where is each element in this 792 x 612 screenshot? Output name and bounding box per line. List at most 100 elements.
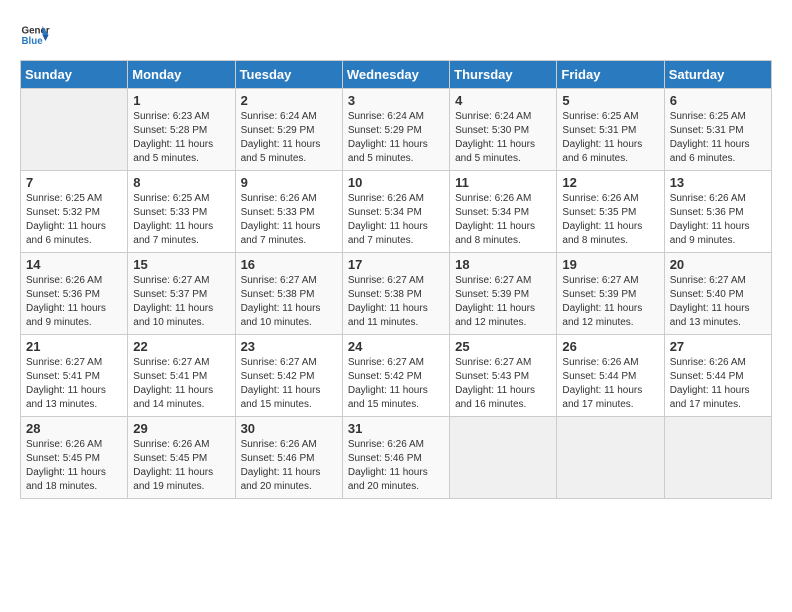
cell-info: Sunrise: 6:26 AMSunset: 5:34 PMDaylight:…	[455, 192, 551, 248]
cell-info: Sunrise: 6:27 AMSunset: 5:40 PMDaylight:…	[670, 274, 766, 330]
cell-info: Sunrise: 6:26 AMSunset: 5:36 PMDaylight:…	[670, 192, 766, 248]
week-row-2: 7 Sunrise: 6:25 AMSunset: 5:32 PMDaylight…	[21, 171, 772, 253]
day-number: 26	[562, 339, 658, 354]
header-row: SundayMondayTuesdayWednesdayThursdayFrid…	[21, 61, 772, 89]
cell-info: Sunrise: 6:26 AMSunset: 5:45 PMDaylight:…	[133, 438, 229, 494]
day-number: 4	[455, 93, 551, 108]
calendar-cell: 11Sunrise: 6:26 AMSunset: 5:34 PMDayligh…	[450, 171, 557, 253]
day-number: 25	[455, 339, 551, 354]
day-number: 7	[26, 175, 122, 190]
cell-info: Sunrise: 6:26 AMSunset: 5:45 PMDaylight:…	[26, 438, 122, 494]
calendar-cell: 4 Sunrise: 6:24 AMSunset: 5:30 PMDaylight…	[450, 89, 557, 171]
col-header-wednesday: Wednesday	[342, 61, 449, 89]
day-number: 2	[241, 93, 337, 108]
day-number: 31	[348, 421, 444, 436]
day-number: 23	[241, 339, 337, 354]
calendar-cell: 19Sunrise: 6:27 AMSunset: 5:39 PMDayligh…	[557, 253, 664, 335]
calendar-cell: 1 Sunrise: 6:23 AMSunset: 5:28 PMDaylight…	[128, 89, 235, 171]
col-header-friday: Friday	[557, 61, 664, 89]
calendar-cell: 30 Sunrise: 6:26 AMSunset: 5:46 PMDayligh…	[235, 417, 342, 499]
cell-info: Sunrise: 6:24 AMSunset: 5:30 PMDaylight:…	[455, 110, 551, 166]
calendar-cell: 27 Sunrise: 6:26 AMSunset: 5:44 PMDayligh…	[664, 335, 771, 417]
day-number: 16	[241, 257, 337, 272]
col-header-saturday: Saturday	[664, 61, 771, 89]
calendar-cell	[557, 417, 664, 499]
day-number: 9	[241, 175, 337, 190]
cell-info: Sunrise: 6:26 AMSunset: 5:46 PMDaylight:…	[241, 438, 337, 494]
calendar-cell: 23Sunrise: 6:27 AMSunset: 5:42 PMDayligh…	[235, 335, 342, 417]
day-number: 10	[348, 175, 444, 190]
calendar-cell	[21, 89, 128, 171]
week-row-3: 14 Sunrise: 6:26 AMSunset: 5:36 PMDayligh…	[21, 253, 772, 335]
cell-info: Sunrise: 6:27 AMSunset: 5:38 PMDaylight:…	[348, 274, 444, 330]
calendar-cell: 25 Sunrise: 6:27 AMSunset: 5:43 PMDayligh…	[450, 335, 557, 417]
day-number: 19	[562, 257, 658, 272]
cell-info: Sunrise: 6:26 AMSunset: 5:34 PMDaylight:…	[348, 192, 444, 248]
cell-info: Sunrise: 6:27 AMSunset: 5:38 PMDaylight:…	[241, 274, 337, 330]
cell-info: Sunrise: 6:24 AMSunset: 5:29 PMDaylight:…	[348, 110, 444, 166]
day-number: 12	[562, 175, 658, 190]
day-number: 20	[670, 257, 766, 272]
calendar-cell: 29 Sunrise: 6:26 AMSunset: 5:45 PMDayligh…	[128, 417, 235, 499]
day-number: 29	[133, 421, 229, 436]
day-number: 21	[26, 339, 122, 354]
cell-info: Sunrise: 6:24 AMSunset: 5:29 PMDaylight:…	[241, 110, 337, 166]
calendar-cell: 24 Sunrise: 6:27 AMSunset: 5:42 PMDayligh…	[342, 335, 449, 417]
calendar-cell	[664, 417, 771, 499]
week-row-1: 1 Sunrise: 6:23 AMSunset: 5:28 PMDaylight…	[21, 89, 772, 171]
col-header-sunday: Sunday	[21, 61, 128, 89]
cell-info: Sunrise: 6:27 AMSunset: 5:42 PMDaylight:…	[348, 356, 444, 412]
day-number: 1	[133, 93, 229, 108]
calendar-cell: 18 Sunrise: 6:27 AMSunset: 5:39 PMDayligh…	[450, 253, 557, 335]
cell-info: Sunrise: 6:26 AMSunset: 5:44 PMDaylight:…	[562, 356, 658, 412]
calendar-cell: 16 Sunrise: 6:27 AMSunset: 5:38 PMDayligh…	[235, 253, 342, 335]
calendar-cell: 6Sunrise: 6:25 AMSunset: 5:31 PMDaylight…	[664, 89, 771, 171]
calendar-cell: 26 Sunrise: 6:26 AMSunset: 5:44 PMDayligh…	[557, 335, 664, 417]
day-number: 27	[670, 339, 766, 354]
cell-info: Sunrise: 6:25 AMSunset: 5:32 PMDaylight:…	[26, 192, 122, 248]
day-number: 30	[241, 421, 337, 436]
day-number: 8	[133, 175, 229, 190]
day-number: 17	[348, 257, 444, 272]
calendar-cell: 7 Sunrise: 6:25 AMSunset: 5:32 PMDaylight…	[21, 171, 128, 253]
cell-info: Sunrise: 6:26 AMSunset: 5:46 PMDaylight:…	[348, 438, 444, 494]
cell-info: Sunrise: 6:27 AMSunset: 5:39 PMDaylight:…	[455, 274, 551, 330]
calendar-cell: 31 Sunrise: 6:26 AMSunset: 5:46 PMDayligh…	[342, 417, 449, 499]
calendar-cell: 14 Sunrise: 6:26 AMSunset: 5:36 PMDayligh…	[21, 253, 128, 335]
cell-info: Sunrise: 6:23 AMSunset: 5:28 PMDaylight:…	[133, 110, 229, 166]
day-number: 28	[26, 421, 122, 436]
day-number: 24	[348, 339, 444, 354]
cell-info: Sunrise: 6:26 AMSunset: 5:36 PMDaylight:…	[26, 274, 122, 330]
header: General Blue	[20, 20, 772, 50]
cell-info: Sunrise: 6:27 AMSunset: 5:41 PMDaylight:…	[26, 356, 122, 412]
cell-info: Sunrise: 6:27 AMSunset: 5:43 PMDaylight:…	[455, 356, 551, 412]
calendar-cell	[450, 417, 557, 499]
day-number: 22	[133, 339, 229, 354]
calendar-cell: 3 Sunrise: 6:24 AMSunset: 5:29 PMDaylight…	[342, 89, 449, 171]
col-header-monday: Monday	[128, 61, 235, 89]
cell-info: Sunrise: 6:27 AMSunset: 5:41 PMDaylight:…	[133, 356, 229, 412]
calendar-cell: 8 Sunrise: 6:25 AMSunset: 5:33 PMDaylight…	[128, 171, 235, 253]
calendar-cell: 28 Sunrise: 6:26 AMSunset: 5:45 PMDayligh…	[21, 417, 128, 499]
day-number: 14	[26, 257, 122, 272]
calendar-cell: 15Sunrise: 6:27 AMSunset: 5:37 PMDayligh…	[128, 253, 235, 335]
cell-info: Sunrise: 6:26 AMSunset: 5:44 PMDaylight:…	[670, 356, 766, 412]
calendar-cell: 17 Sunrise: 6:27 AMSunset: 5:38 PMDayligh…	[342, 253, 449, 335]
calendar-cell: 2 Sunrise: 6:24 AMSunset: 5:29 PMDaylight…	[235, 89, 342, 171]
calendar-cell: 22 Sunrise: 6:27 AMSunset: 5:41 PMDayligh…	[128, 335, 235, 417]
svg-text:Blue: Blue	[22, 36, 44, 47]
cell-info: Sunrise: 6:26 AMSunset: 5:33 PMDaylight:…	[241, 192, 337, 248]
day-number: 13	[670, 175, 766, 190]
day-number: 3	[348, 93, 444, 108]
calendar-cell: 20 Sunrise: 6:27 AMSunset: 5:40 PMDayligh…	[664, 253, 771, 335]
col-header-thursday: Thursday	[450, 61, 557, 89]
calendar-cell: 10 Sunrise: 6:26 AMSunset: 5:34 PMDayligh…	[342, 171, 449, 253]
day-number: 18	[455, 257, 551, 272]
calendar-cell: 13 Sunrise: 6:26 AMSunset: 5:36 PMDayligh…	[664, 171, 771, 253]
cell-info: Sunrise: 6:25 AMSunset: 5:31 PMDaylight:…	[562, 110, 658, 166]
day-number: 15	[133, 257, 229, 272]
calendar-cell: 5Sunrise: 6:25 AMSunset: 5:31 PMDaylight…	[557, 89, 664, 171]
calendar-cell: 12Sunrise: 6:26 AMSunset: 5:35 PMDayligh…	[557, 171, 664, 253]
week-row-5: 28 Sunrise: 6:26 AMSunset: 5:45 PMDayligh…	[21, 417, 772, 499]
cell-info: Sunrise: 6:25 AMSunset: 5:33 PMDaylight:…	[133, 192, 229, 248]
